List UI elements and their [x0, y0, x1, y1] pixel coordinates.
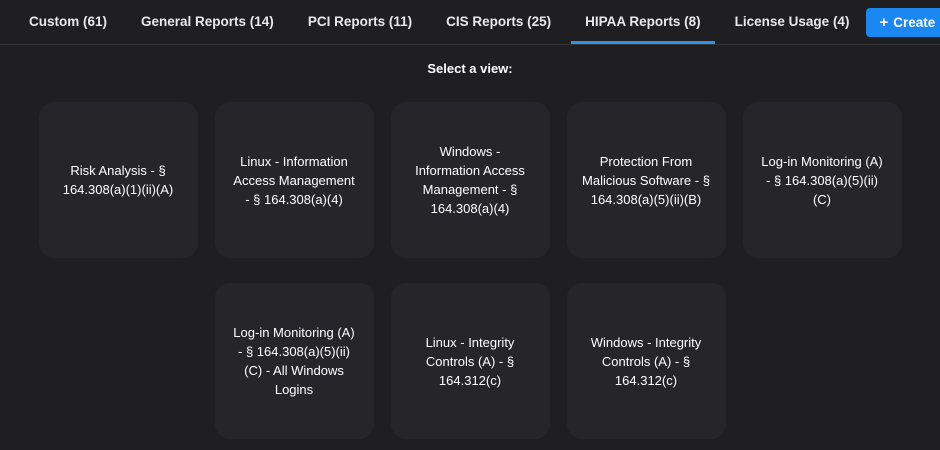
tab-pci-reports[interactable]: PCI Reports (11): [294, 0, 426, 44]
report-card-login-monitoring[interactable]: Log-in Monitoring (A) - § 164.308(a)(5)(…: [743, 102, 902, 258]
report-card-linux-information-access[interactable]: Linux - Information Access Management - …: [215, 102, 374, 258]
tab-general-reports[interactable]: General Reports (14): [127, 0, 288, 44]
tab-cis-reports[interactable]: CIS Reports (25): [432, 0, 565, 44]
page: { "tabs": [ { "label": "Custom (61)", "a…: [0, 0, 940, 450]
tab-custom[interactable]: Custom (61): [15, 0, 121, 44]
report-card-grid: Risk Analysis - § 164.308(a)(1)(ii)(A) L…: [0, 102, 940, 439]
plus-icon: +: [879, 15, 888, 30]
tab-bar: Custom (61) General Reports (14) PCI Rep…: [0, 0, 940, 45]
report-view-picker: Select a view: Risk Analysis - § 164.308…: [0, 61, 940, 439]
create-button-label: Create: [893, 15, 935, 30]
report-card-login-monitoring-all-windows[interactable]: Log-in Monitoring (A) - § 164.308(a)(5)(…: [215, 283, 374, 439]
report-card-windows-integrity-controls[interactable]: Windows - Integrity Controls (A) - § 164…: [567, 283, 726, 439]
report-card-risk-analysis[interactable]: Risk Analysis - § 164.308(a)(1)(ii)(A): [39, 102, 198, 258]
report-card-protection-malicious-software[interactable]: Protection From Malicious Software - § 1…: [567, 102, 726, 258]
select-view-heading: Select a view:: [0, 61, 940, 76]
tab-hipaa-reports[interactable]: HIPAA Reports (8): [571, 0, 715, 44]
report-card-windows-information-access[interactable]: Windows - Information Access Management …: [391, 102, 550, 258]
report-card-linux-integrity-controls[interactable]: Linux - Integrity Controls (A) - § 164.3…: [391, 283, 550, 439]
tab-license-usage[interactable]: License Usage (4): [721, 0, 864, 44]
create-button[interactable]: + Create: [866, 8, 940, 37]
